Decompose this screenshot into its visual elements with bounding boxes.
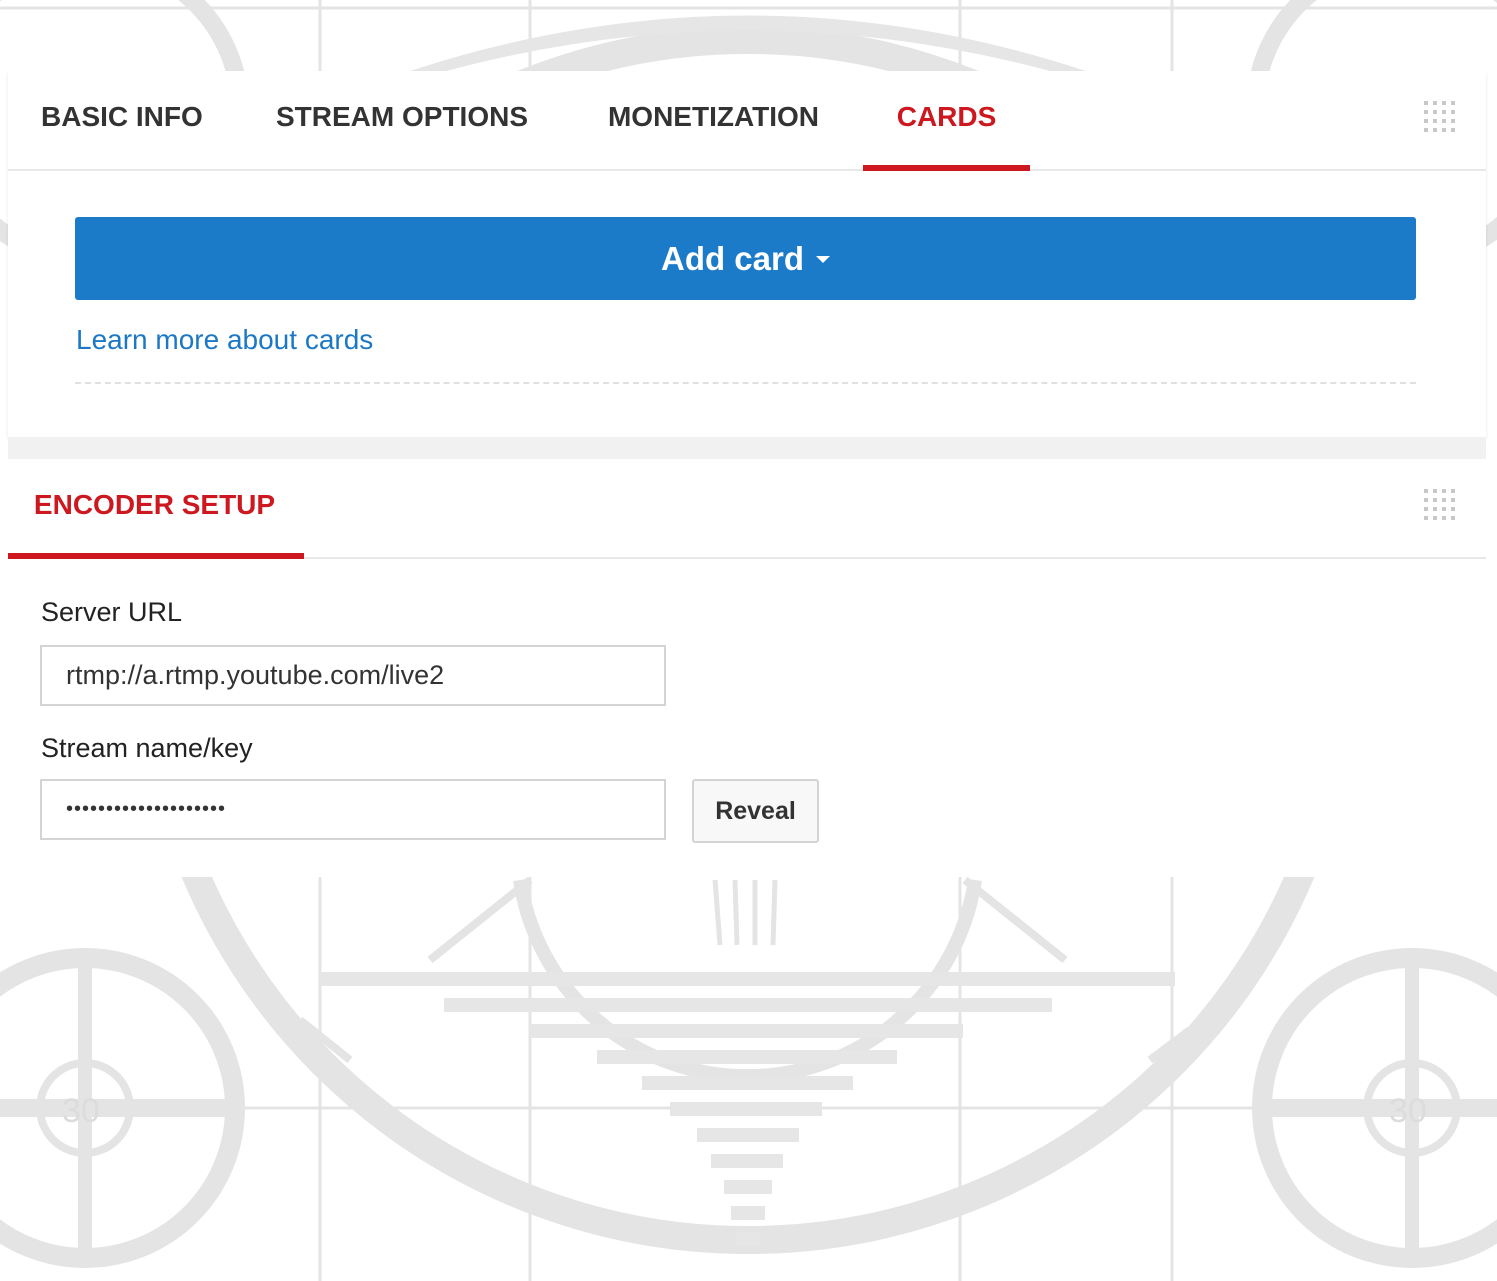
add-card-label: Add card: [660, 240, 805, 277]
drag-handle-icon[interactable]: [1424, 101, 1456, 133]
tab-cards-label: CARDS: [896, 101, 997, 132]
panel-separator: [8, 437, 1486, 459]
tab-monetization[interactable]: MONETIZATION: [605, 71, 822, 169]
pattern-number-left: 30: [62, 1092, 100, 1130]
tab-encoder-setup[interactable]: ENCODER SETUP: [8, 459, 304, 559]
tab-monetization-label: MONETIZATION: [607, 101, 819, 132]
settings-tab-bar: BASIC INFO STREAM OPTIONS MONETIZATION C…: [8, 71, 1486, 171]
tab-stream-options[interactable]: STREAM OPTIONS: [276, 71, 528, 169]
divider: [75, 382, 1416, 384]
active-tab-indicator: [863, 165, 1030, 171]
video-settings-panel: BASIC INFO STREAM OPTIONS MONETIZATION C…: [8, 71, 1486, 437]
encoder-setup-panel: ENCODER SETUP Server URL Stream name/key…: [8, 459, 1486, 877]
server-url-label: Server URL: [41, 597, 183, 627]
tab-cards[interactable]: CARDS: [863, 71, 1030, 171]
encoder-tab-bar: ENCODER SETUP: [8, 459, 1486, 559]
tab-basic-info-label: BASIC INFO: [41, 101, 203, 132]
add-card-button[interactable]: Add card: [75, 217, 1416, 300]
drag-handle-icon[interactable]: [1424, 489, 1456, 521]
learn-more-cards-link[interactable]: Learn more about cards: [76, 324, 373, 356]
tab-stream-options-label: STREAM OPTIONS: [276, 101, 529, 132]
caret-down-icon: [816, 255, 831, 263]
tab-encoder-setup-label: ENCODER SETUP: [33, 489, 276, 520]
active-tab-indicator: [8, 553, 304, 559]
stream-key-input[interactable]: [40, 779, 666, 840]
stream-key-label: Stream name/key: [41, 733, 253, 763]
tab-basic-info[interactable]: BASIC INFO: [41, 71, 203, 169]
server-url-input[interactable]: [40, 645, 666, 706]
reveal-button[interactable]: Reveal: [692, 779, 819, 843]
pattern-number-right: 30: [1389, 1092, 1427, 1130]
